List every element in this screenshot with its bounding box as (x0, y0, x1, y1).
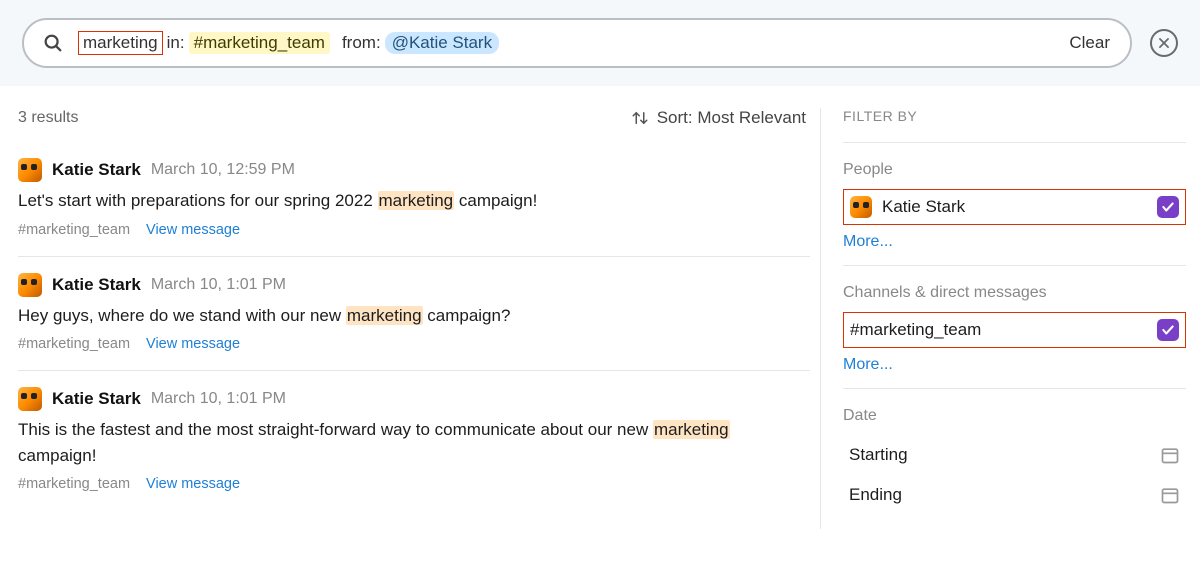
date-ending-label: Ending (849, 485, 902, 505)
result-body: Let's start with preparations for our sp… (18, 188, 806, 214)
sort-icon (631, 109, 649, 127)
results-count: 3 results (18, 109, 78, 127)
result-body: This is the fastest and the most straigh… (18, 417, 806, 468)
checkbox-checked[interactable] (1157, 196, 1179, 218)
filter-channels-label: Channels & direct messages (843, 284, 1186, 302)
filter-panel: FILTER BY People Katie Stark More... (820, 86, 1200, 549)
result-author: Katie Stark (52, 389, 141, 409)
checkbox-checked[interactable] (1157, 319, 1179, 341)
search-icon (42, 32, 64, 54)
highlight-term: marketing (346, 306, 423, 325)
search-in-channel-token[interactable]: #marketing_team (189, 32, 330, 54)
search-tokens: marketing in: #marketing_team from: @Kat… (78, 31, 1063, 55)
filter-title: FILTER BY (843, 108, 1186, 143)
result-item[interactable]: Katie Stark March 10, 12:59 PM Let's sta… (18, 142, 810, 257)
view-message-link[interactable]: View message (146, 222, 240, 238)
filter-channel-name: #marketing_team (850, 320, 981, 340)
result-timestamp: March 10, 1:01 PM (151, 276, 286, 294)
result-author: Katie Stark (52, 160, 141, 180)
result-timestamp: March 10, 1:01 PM (151, 390, 286, 408)
filter-section-date: Date Starting Ending (843, 389, 1186, 529)
result-body: Hey guys, where do we stand with our new… (18, 303, 806, 329)
people-more-link[interactable]: More... (843, 233, 1186, 251)
sort-dropdown[interactable]: Sort: Most Relevant (631, 108, 806, 128)
result-author: Katie Stark (52, 275, 141, 295)
filter-section-channels: Channels & direct messages #marketing_te… (843, 266, 1186, 389)
result-timestamp: March 10, 12:59 PM (151, 161, 295, 179)
result-item[interactable]: Katie Stark March 10, 1:01 PM This is th… (18, 371, 810, 510)
filter-channel-row[interactable]: #marketing_team (843, 312, 1186, 348)
calendar-icon (1160, 485, 1180, 505)
search-keyword-token: marketing (78, 31, 163, 55)
search-from-person-token[interactable]: @Katie Stark (385, 32, 499, 54)
results-header: 3 results Sort: Most Relevant (18, 108, 810, 142)
filter-person-row[interactable]: Katie Stark (843, 189, 1186, 225)
search-bar-container: marketing in: #marketing_team from: @Kat… (0, 0, 1200, 86)
filter-people-label: People (843, 161, 1186, 179)
search-from-prefix: from: (342, 33, 381, 53)
avatar (18, 158, 42, 182)
date-starting-row[interactable]: Starting (843, 435, 1186, 475)
highlight-term: marketing (653, 420, 730, 439)
avatar (18, 273, 42, 297)
avatar (18, 387, 42, 411)
filter-section-people: People Katie Stark More... (843, 143, 1186, 266)
search-field[interactable]: marketing in: #marketing_team from: @Kat… (22, 18, 1132, 68)
date-starting-label: Starting (849, 445, 908, 465)
view-message-link[interactable]: View message (146, 336, 240, 352)
sort-label: Sort: Most Relevant (657, 108, 806, 128)
results-column: 3 results Sort: Most Relevant Katie Star… (0, 86, 820, 549)
clear-button[interactable]: Clear (1063, 29, 1116, 57)
result-channel: #marketing_team (18, 336, 130, 352)
check-icon (1161, 323, 1175, 337)
result-channel: #marketing_team (18, 476, 130, 492)
filter-date-label: Date (843, 407, 1186, 425)
result-channel: #marketing_team (18, 222, 130, 238)
check-icon (1161, 200, 1175, 214)
avatar (850, 196, 872, 218)
close-search-button[interactable] (1150, 29, 1178, 57)
close-icon (1157, 36, 1171, 50)
result-item[interactable]: Katie Stark March 10, 1:01 PM Hey guys, … (18, 257, 810, 372)
highlight-term: marketing (378, 191, 455, 210)
calendar-icon (1160, 445, 1180, 465)
channels-more-link[interactable]: More... (843, 356, 1186, 374)
filter-person-name: Katie Stark (882, 197, 965, 217)
search-in-prefix: in: (167, 33, 185, 53)
date-ending-row[interactable]: Ending (843, 475, 1186, 515)
view-message-link[interactable]: View message (146, 476, 240, 492)
